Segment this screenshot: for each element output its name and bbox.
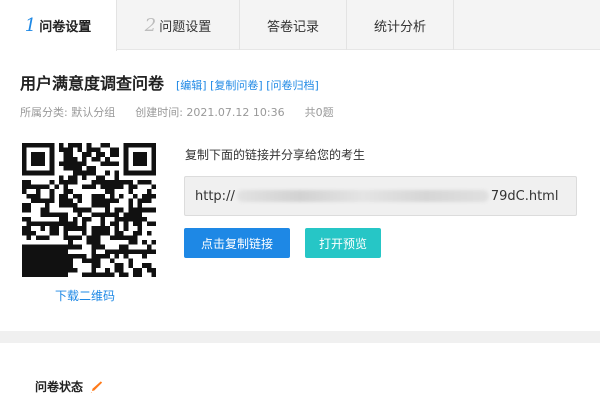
tab-statistics[interactable]: 统计分析 [347, 0, 454, 50]
survey-actions: [编辑] [复制问卷] [问卷归档] [176, 77, 319, 93]
tab-step-number: 1 [24, 15, 37, 36]
tab-bar: 1 问卷设置 2 问题设置 答卷记录 统计分析 [0, 0, 600, 51]
tab-response-records[interactable]: 答卷记录 [240, 0, 347, 50]
archive-survey-link[interactable]: [问卷归档] [266, 79, 319, 92]
survey-title-row: 用户满意度调查问卷 [编辑] [复制问卷] [问卷归档] [20, 70, 319, 94]
share-instruction: 复制下面的链接并分享给您的考生 [185, 148, 366, 162]
copy-survey-link[interactable]: [复制问卷] [210, 79, 263, 92]
tab-label: 问题设置 [159, 19, 212, 35]
url-prefix: http:// [195, 188, 235, 204]
question-count: 共0题 [304, 106, 334, 119]
url-suffix: 79dC.html [490, 188, 559, 204]
tab-label: 统计分析 [373, 19, 426, 35]
pencil-icon[interactable] [89, 380, 103, 394]
share-url-field[interactable]: http:// 79dC.html [184, 176, 577, 216]
tab-step-number: 2 [144, 14, 157, 36]
open-preview-button[interactable]: 打开预览 [305, 228, 381, 258]
tab-label: 答卷记录 [266, 19, 319, 35]
tab-label: 问卷设置 [39, 20, 92, 35]
section-divider [0, 331, 600, 343]
copy-link-button[interactable]: 点击复制链接 [184, 228, 290, 258]
created-time: 创建时间: 2021.07.12 10:36 [135, 106, 285, 119]
survey-meta: 所属分类: 默认分组 创建时间: 2021.07.12 10:36 共0题 [20, 104, 354, 120]
category-label: 所属分类: 默认分组 [20, 106, 116, 119]
qr-code [22, 143, 156, 277]
status-title: 问卷状态 [35, 380, 84, 394]
download-qr-link[interactable]: 下载二维码 [55, 287, 115, 304]
tab-question-settings[interactable]: 2 问题设置 [117, 0, 240, 50]
url-redacted [236, 190, 489, 202]
edit-link[interactable]: [编辑] [176, 79, 207, 92]
tab-survey-settings[interactable]: 1 问卷设置 [0, 0, 117, 51]
page-title: 用户满意度调查问卷 [20, 74, 165, 93]
status-section-header: 问卷状态 [35, 378, 103, 395]
